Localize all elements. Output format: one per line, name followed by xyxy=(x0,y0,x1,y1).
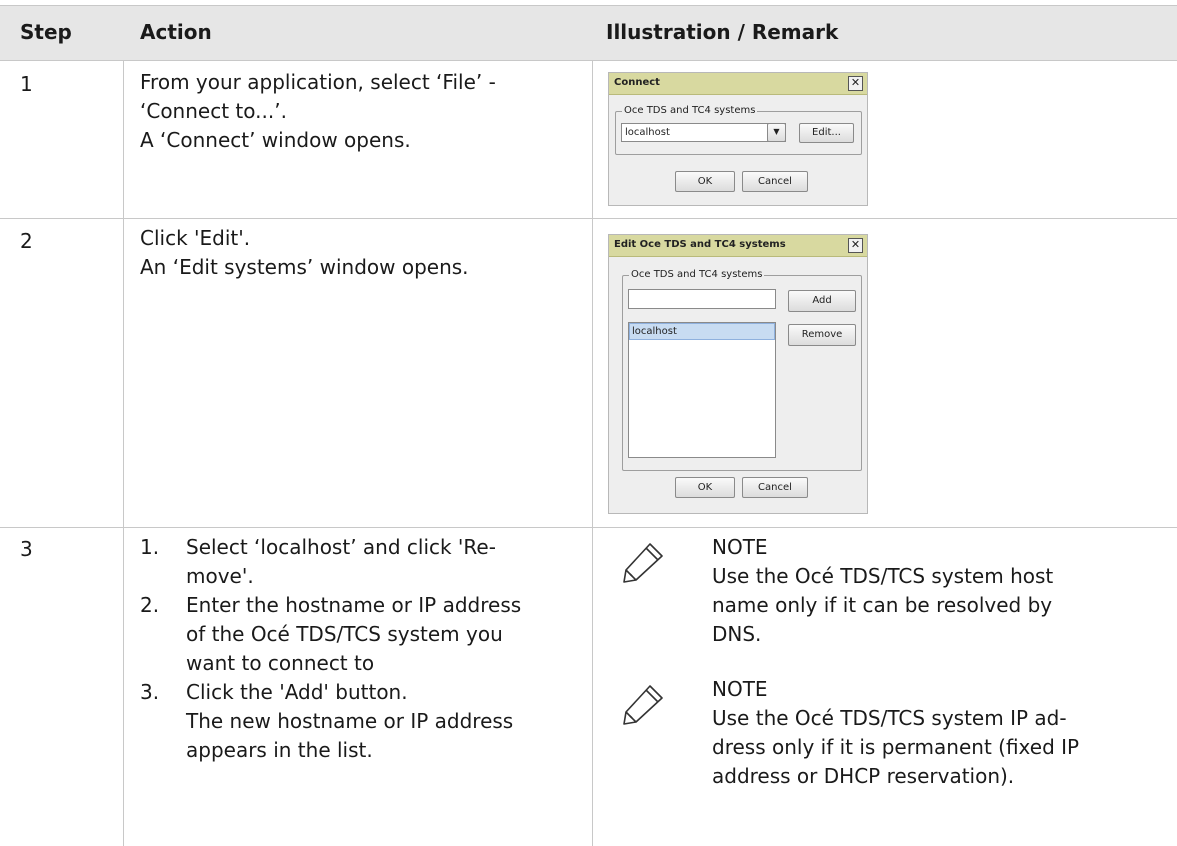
edit-button[interactable]: Edit... xyxy=(799,123,854,143)
list-number: 3. xyxy=(140,680,160,704)
list-line: Select ‘localhost’ and click 'Re- xyxy=(186,535,496,559)
dialog-title: Connect xyxy=(614,77,660,88)
column-divider xyxy=(592,60,593,846)
list-line: The new hostname or IP address xyxy=(186,709,514,733)
close-icon[interactable]: ✕ xyxy=(848,238,863,253)
list-item: 3. Click the 'Add' button. The new hostn… xyxy=(140,678,521,765)
row-divider xyxy=(0,60,1177,61)
step-number: 1 xyxy=(20,72,33,96)
list-number: 1. xyxy=(140,535,160,559)
column-divider xyxy=(123,60,124,846)
connect-dialog: Connect ✕ Oce TDS and TC4 systems localh… xyxy=(608,72,868,206)
systems-list[interactable]: localhost xyxy=(628,322,776,458)
action-line: ‘Connect to...’. xyxy=(140,99,287,123)
note-block: NOTE Use the Océ TDS/TCS system host nam… xyxy=(712,533,1053,649)
list-line: appears in the list. xyxy=(186,738,373,762)
combo-value: localhost xyxy=(625,127,670,138)
ordered-list: 1. Select ‘localhost’ and click 'Re- mov… xyxy=(140,533,521,765)
add-button[interactable]: Add xyxy=(788,290,856,312)
cancel-button[interactable]: Cancel xyxy=(742,171,808,192)
action-line: An ‘Edit systems’ window opens. xyxy=(140,255,469,279)
close-icon[interactable]: ✕ xyxy=(848,76,863,91)
edit-systems-dialog: Edit Oce TDS and TC4 systems ✕ Oce TDS a… xyxy=(608,234,868,514)
note-line: Use the Océ TDS/TCS system IP ad- xyxy=(712,706,1067,730)
host-combobox[interactable]: localhost xyxy=(621,123,786,142)
row-divider xyxy=(0,527,1177,528)
cancel-button[interactable]: Cancel xyxy=(742,477,808,498)
dialog-title: Edit Oce TDS and TC4 systems xyxy=(614,239,786,250)
systems-group: Oce TDS and TC4 systems Add localhost Re… xyxy=(622,269,862,471)
dialog-titlebar: Connect ✕ xyxy=(609,73,867,95)
header-illustration: Illustration / Remark xyxy=(606,20,839,44)
chevron-down-icon[interactable]: ▼ xyxy=(767,123,786,142)
note-line: dress only if it is permanent (fixed IP xyxy=(712,735,1080,759)
pencil-icon xyxy=(623,685,663,725)
note-block: NOTE Use the Océ TDS/TCS system IP ad- d… xyxy=(712,675,1079,791)
note-line: address or DHCP reservation). xyxy=(712,764,1015,788)
list-line: want to connect to xyxy=(186,651,375,675)
action-text: From your application, select ‘File’ - ‘… xyxy=(140,68,496,155)
list-line: move'. xyxy=(186,564,254,588)
pencil-icon xyxy=(623,543,663,583)
list-line: Enter the hostname or IP address xyxy=(186,593,522,617)
header-action: Action xyxy=(140,20,212,44)
note-heading: NOTE xyxy=(712,677,768,701)
dialog-titlebar: Edit Oce TDS and TC4 systems ✕ xyxy=(609,235,867,257)
action-line: From your application, select ‘File’ - xyxy=(140,70,496,94)
systems-group: Oce TDS and TC4 systems localhost ▼ Edit… xyxy=(615,105,862,155)
note-line: name only if it can be resolved by xyxy=(712,593,1053,617)
step-number: 2 xyxy=(20,229,33,253)
list-number: 2. xyxy=(140,593,160,617)
note-line: Use the Océ TDS/TCS system host xyxy=(712,564,1054,588)
list-line: of the Océ TDS/TCS system you xyxy=(186,622,503,646)
row-divider xyxy=(0,218,1177,219)
group-label: Oce TDS and TC4 systems xyxy=(629,269,765,280)
list-line: Click the 'Add' button. xyxy=(186,680,408,704)
action-line: Click 'Edit'. xyxy=(140,226,251,250)
list-item[interactable]: localhost xyxy=(629,323,775,340)
group-label: Oce TDS and TC4 systems xyxy=(622,105,758,116)
header-step: Step xyxy=(20,20,72,44)
hostname-input[interactable] xyxy=(628,289,776,309)
remove-button[interactable]: Remove xyxy=(788,324,856,346)
action-line: A ‘Connect’ window opens. xyxy=(140,128,411,152)
step-number: 3 xyxy=(20,537,33,561)
note-heading: NOTE xyxy=(712,535,768,559)
list-item: 2. Enter the hostname or IP address of t… xyxy=(140,591,521,678)
note-line: DNS. xyxy=(712,622,762,646)
ok-button[interactable]: OK xyxy=(675,477,735,498)
action-text: Click 'Edit'. An ‘Edit systems’ window o… xyxy=(140,224,469,282)
list-item: 1. Select ‘localhost’ and click 'Re- mov… xyxy=(140,533,521,591)
ok-button[interactable]: OK xyxy=(675,171,735,192)
